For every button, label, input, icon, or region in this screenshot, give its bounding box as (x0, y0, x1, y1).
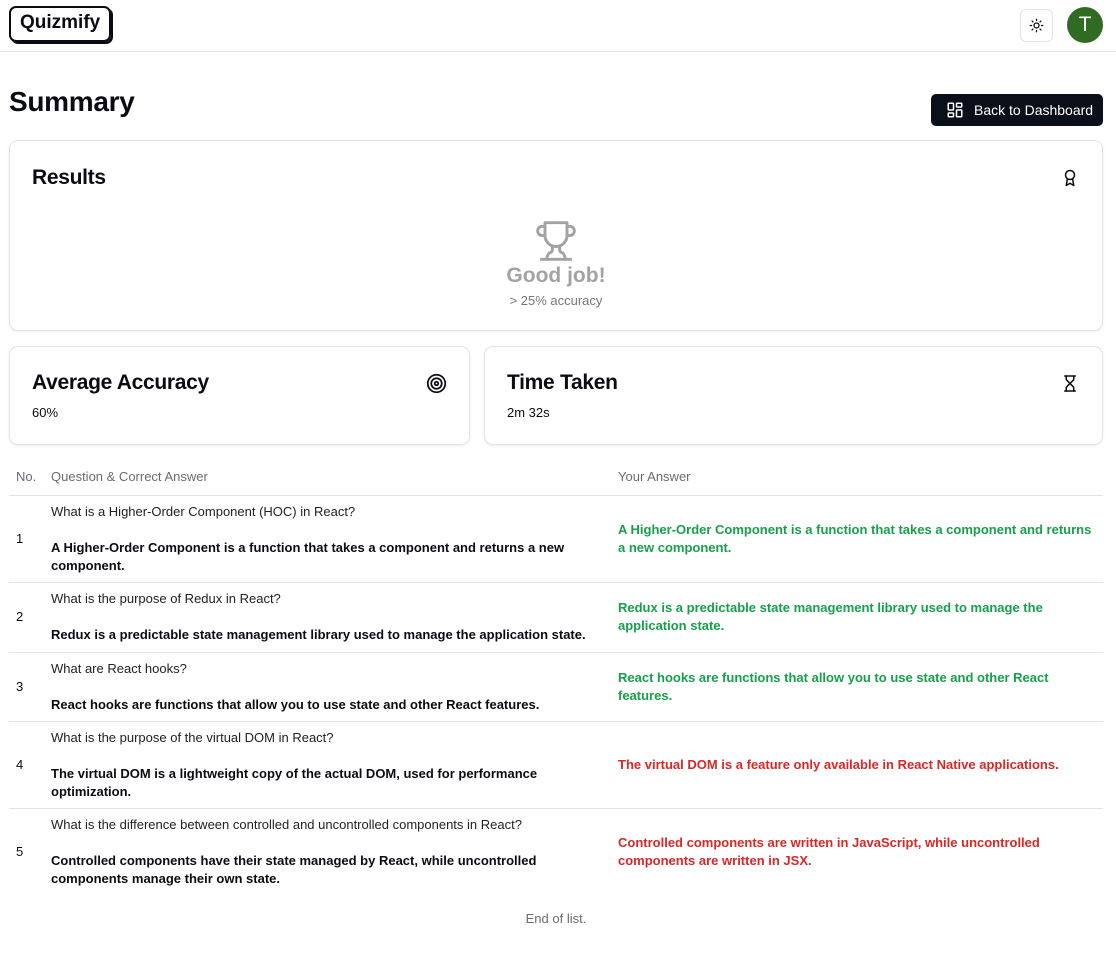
user-avatar[interactable]: T (1067, 7, 1103, 43)
question-text: What are React hooks? (51, 660, 187, 676)
column-header-your-answer: Your Answer (618, 459, 1103, 496)
correct-answer-text: Controlled components have their state m… (51, 852, 537, 886)
results-card: Results Good job! > 25% accuracy (9, 140, 1103, 331)
average-accuracy-title: Average Accuracy (32, 371, 209, 394)
your-answer-cell: Redux is a predictable state management … (618, 582, 1103, 653)
row-number: 5 (16, 843, 24, 859)
column-header-question: Question & Correct Answer (51, 459, 618, 496)
your-answer-cell: The virtual DOM is a feature only availa… (618, 721, 1103, 809)
table-row: 4 What is the purpose of the virtual DOM… (9, 721, 1103, 809)
question-cell: What is the difference between controlle… (51, 808, 618, 895)
average-accuracy-value: 60% (32, 405, 59, 420)
correct-answer-text: A Higher-Order Component is a function t… (51, 539, 565, 573)
table-row: 5 What is the difference between control… (9, 808, 1103, 895)
layout-grid-icon (947, 102, 963, 118)
correct-answer-text: Redux is a predictable state management … (51, 627, 586, 642)
back-to-dashboard-label: Back to Dashboard (974, 102, 1094, 118)
table-header-row: No. Question & Correct Answer Your Answe… (9, 459, 1103, 496)
end-of-list-text: End of list. (525, 911, 587, 926)
table-row: 2 What is the purpose of Redux in React?… (9, 582, 1103, 653)
hourglass-icon (1064, 375, 1076, 392)
app-logo[interactable]: Quizmify (9, 6, 112, 42)
row-number: 1 (9, 495, 51, 583)
question-cell: What is the purpose of the virtual DOM i… (51, 721, 618, 809)
top-navbar: Quizmify T (0, 0, 1116, 52)
time-taken-card: Time Taken 2m 32s (484, 346, 1103, 445)
award-icon (1064, 169, 1076, 187)
page-title: Summary (9, 86, 135, 117)
question-cell: What are React hooks? React hooks are fu… (51, 652, 618, 722)
back-to-dashboard-button[interactable]: Back to Dashboard (931, 94, 1103, 126)
row-number: 2 (9, 582, 51, 653)
sun-icon (1029, 18, 1044, 33)
trophy-icon (536, 221, 576, 261)
correct-answer-text: React hooks are functions that allow you… (51, 696, 540, 712)
result-accuracy-note: > 25% accuracy (509, 293, 603, 308)
row-number: 4 (9, 721, 51, 809)
your-answer-cell: A Higher-Order Component is a function t… (618, 495, 1103, 583)
row-number: 3 (9, 652, 51, 722)
theme-toggle-button[interactable] (1020, 9, 1053, 42)
table-row: 1 What is a Higher-Order Component (HOC)… (9, 495, 1103, 583)
question-text: What is the difference between controlle… (51, 816, 522, 832)
question-text: What is the purpose of Redux in React? (51, 591, 281, 606)
table-row: 3 What are React hooks? React hooks are … (9, 652, 1103, 722)
question-cell: What is the purpose of Redux in React? R… (51, 582, 618, 653)
average-accuracy-card: Average Accuracy 60% (9, 346, 470, 445)
column-header-no: No. (9, 459, 51, 496)
your-answer-cell: Controlled components are written in Jav… (618, 834, 1040, 868)
questions-table: No. Question & Correct Answer Your Answe… (9, 459, 1103, 895)
your-answer-cell: React hooks are functions that allow you… (618, 652, 1103, 722)
result-message: Good job! (506, 264, 606, 287)
correct-answer-text: The virtual DOM is a lightweight copy of… (51, 765, 538, 799)
time-taken-value: 2m 32s (507, 405, 550, 420)
question-text: What is the purpose of the virtual DOM i… (51, 729, 334, 745)
question-cell: What is a Higher-Order Component (HOC) i… (51, 495, 618, 583)
time-taken-title: Time Taken (507, 371, 618, 394)
question-text: What is a Higher-Order Component (HOC) i… (51, 503, 356, 519)
results-title: Results (32, 166, 106, 189)
target-icon (426, 373, 447, 394)
